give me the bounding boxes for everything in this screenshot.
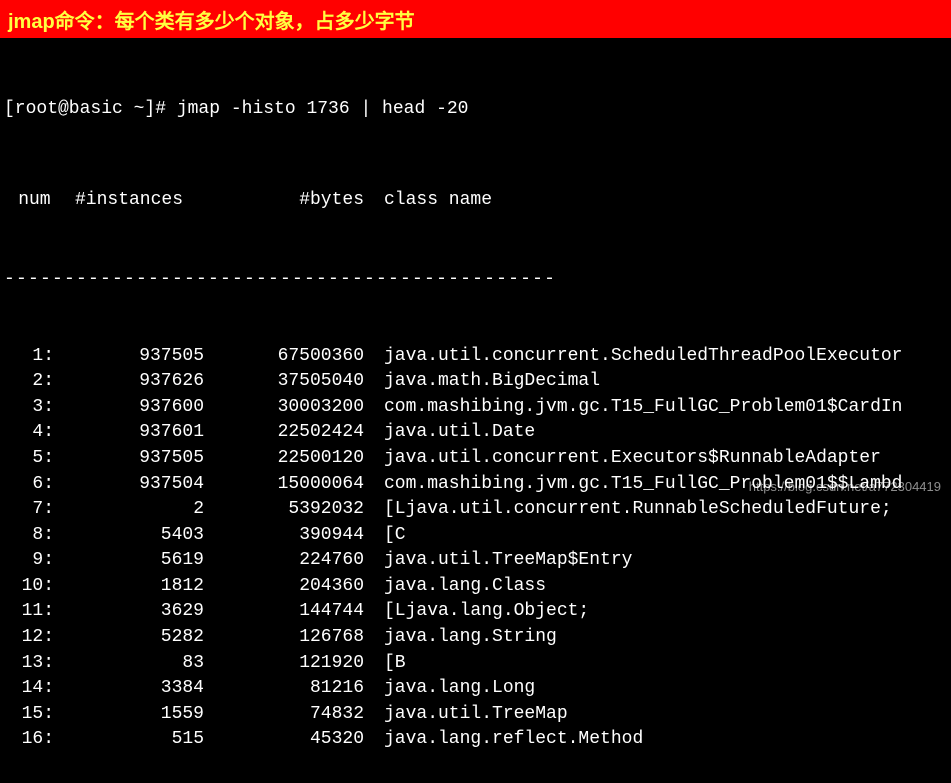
cell-num: 14: — [4, 676, 54, 702]
table-row: 15:155974832java.util.TreeMap — [4, 702, 947, 728]
table-row: 14:338481216java.lang.Long — [4, 676, 947, 702]
cell-instances: 83 — [54, 651, 204, 677]
col-header-bytes: #bytes — [204, 188, 364, 214]
table-row: 10:1812204360java.lang.Class — [4, 574, 947, 600]
table-row: 2:93762637505040java.math.BigDecimal — [4, 369, 947, 395]
cell-classname: java.lang.reflect.Method — [364, 727, 643, 753]
cell-instances: 1812 — [54, 574, 204, 600]
cell-classname: java.lang.String — [364, 625, 557, 651]
cell-num: 4: — [4, 420, 54, 446]
cell-classname: java.util.Date — [364, 420, 535, 446]
cell-bytes: 22502424 — [204, 420, 364, 446]
cell-classname: [Ljava.util.concurrent.RunnableScheduled… — [364, 497, 892, 523]
cell-instances: 937504 — [54, 472, 204, 498]
col-header-instances: #instances — [54, 188, 204, 214]
cell-bytes: 224760 — [204, 548, 364, 574]
table-row: 5:93750522500120java.util.concurrent.Exe… — [4, 446, 947, 472]
cell-bytes: 15000064 — [204, 472, 364, 498]
banner-text: jmap命令：每个类有多少个对象，占多少字节 — [8, 5, 415, 34]
cell-classname: [B — [364, 651, 406, 677]
cell-bytes: 74832 — [204, 702, 364, 728]
cell-instances: 2 — [54, 497, 204, 523]
cell-num: 16: — [4, 727, 54, 753]
cell-num: 6: — [4, 472, 54, 498]
cell-instances: 5403 — [54, 523, 204, 549]
cell-num: 1: — [4, 344, 54, 370]
cell-classname: [C — [364, 523, 406, 549]
cell-num: 13: — [4, 651, 54, 677]
cell-classname: java.util.TreeMap$Entry — [364, 548, 632, 574]
cell-bytes: 121920 — [204, 651, 364, 677]
table-row: 7:25392032[Ljava.util.concurrent.Runnabl… — [4, 497, 947, 523]
cell-num: 12: — [4, 625, 54, 651]
cell-instances: 937600 — [54, 395, 204, 421]
table-row: 8:5403390944[C — [4, 523, 947, 549]
col-header-num: num — [4, 188, 54, 214]
cell-bytes: 30003200 — [204, 395, 364, 421]
cell-instances: 3384 — [54, 676, 204, 702]
table-row: 11:3629144744[Ljava.lang.Object; — [4, 599, 947, 625]
table-row: 3:93760030003200com.mashibing.jvm.gc.T15… — [4, 395, 947, 421]
cell-classname: java.lang.Class — [364, 574, 546, 600]
cell-bytes: 204360 — [204, 574, 364, 600]
cell-num: 8: — [4, 523, 54, 549]
table-row: 9:5619224760java.util.TreeMap$Entry — [4, 548, 947, 574]
cell-instances: 5619 — [54, 548, 204, 574]
cell-bytes: 144744 — [204, 599, 364, 625]
cell-classname: java.lang.Long — [364, 676, 535, 702]
cell-instances: 3629 — [54, 599, 204, 625]
watermark: https://blog.csdn.net/a772304419 — [749, 479, 941, 494]
cell-bytes: 45320 — [204, 727, 364, 753]
table-row: 12:5282126768java.lang.String — [4, 625, 947, 651]
cell-classname: [Ljava.lang.Object; — [364, 599, 589, 625]
cell-classname: java.math.BigDecimal — [364, 369, 600, 395]
cell-classname: java.util.concurrent.Executors$RunnableA… — [364, 446, 881, 472]
cell-classname: com.mashibing.jvm.gc.T15_FullGC_Problem0… — [364, 395, 902, 421]
cell-classname: java.util.concurrent.ScheduledThreadPool… — [364, 344, 902, 370]
cell-num: 3: — [4, 395, 54, 421]
cell-num: 11: — [4, 599, 54, 625]
cell-num: 5: — [4, 446, 54, 472]
cell-bytes: 5392032 — [204, 497, 364, 523]
divider-line: ----------------------------------------… — [4, 267, 947, 293]
table-row: 4:93760122502424java.util.Date — [4, 420, 947, 446]
table-row: 1:93750567500360java.util.concurrent.Sch… — [4, 344, 947, 370]
cell-num: 10: — [4, 574, 54, 600]
cell-bytes: 67500360 — [204, 344, 364, 370]
cell-num: 9: — [4, 548, 54, 574]
table-body: 1:93750567500360java.util.concurrent.Sch… — [4, 344, 947, 754]
cell-instances: 1559 — [54, 702, 204, 728]
cell-instances: 5282 — [54, 625, 204, 651]
cell-classname: java.util.TreeMap — [364, 702, 568, 728]
terminal-output: [root@basic ~]# jmap -histo 1736 | head … — [0, 38, 951, 783]
cell-bytes: 390944 — [204, 523, 364, 549]
cell-bytes: 37505040 — [204, 369, 364, 395]
cell-bytes: 126768 — [204, 625, 364, 651]
cell-instances: 937505 — [54, 344, 204, 370]
cell-instances: 937505 — [54, 446, 204, 472]
cell-bytes: 81216 — [204, 676, 364, 702]
cell-instances: 937626 — [54, 369, 204, 395]
table-row: 13:83121920[B — [4, 651, 947, 677]
cell-num: 15: — [4, 702, 54, 728]
cell-instances: 937601 — [54, 420, 204, 446]
cell-bytes: 22500120 — [204, 446, 364, 472]
cell-num: 7: — [4, 497, 54, 523]
table-row: 16:51545320java.lang.reflect.Method — [4, 727, 947, 753]
cell-instances: 515 — [54, 727, 204, 753]
command-prompt: [root@basic ~]# jmap -histo 1736 | head … — [4, 97, 947, 123]
table-header: num#instances#bytesclass name — [4, 188, 947, 214]
cell-num: 2: — [4, 369, 54, 395]
header-banner: jmap命令：每个类有多少个对象，占多少字节 — [0, 0, 951, 38]
col-header-classname: class name — [364, 188, 492, 214]
